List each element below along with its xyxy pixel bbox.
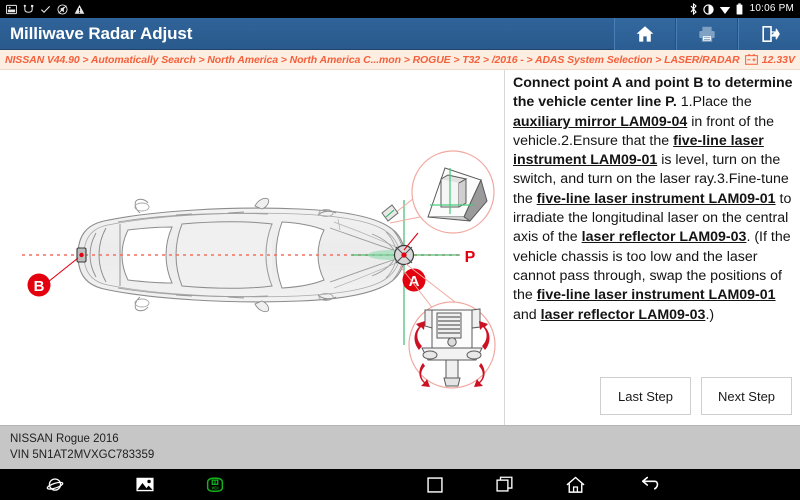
printer-icon	[699, 26, 715, 42]
point-b-target	[76, 247, 87, 263]
android-status-bar: 10:06 PM	[0, 0, 800, 18]
square-icon	[427, 476, 443, 493]
battery-voltage-icon	[744, 54, 758, 65]
tool-reference: auxiliary mirror LAM09-04	[513, 113, 688, 130]
instruction-body: 1.Place the auxiliary mirror LAM09-04 in…	[513, 94, 791, 322]
auxiliary-mirror-small	[381, 204, 399, 222]
nav-back-icon[interactable]	[610, 469, 690, 500]
next-step-button[interactable]: Next Step	[701, 377, 792, 415]
no-sound-icon	[57, 3, 68, 15]
brightness-icon	[702, 3, 714, 15]
warning-icon	[74, 4, 85, 14]
breadcrumb[interactable]: NISSAN V44.90 > Automatically Search > N…	[0, 50, 800, 70]
pane-divider	[504, 70, 505, 425]
nav-square-icon[interactable]	[400, 469, 470, 500]
status-bar-left-icons	[6, 3, 85, 15]
point-a-target	[393, 244, 415, 266]
nav-browser-icon[interactable]	[0, 469, 110, 500]
instruction-text: 1.Place the	[680, 94, 752, 111]
last-step-button[interactable]: Last Step	[600, 377, 691, 415]
instruction-panel: Connect point A and point B to determine…	[513, 74, 795, 374]
vehicle-info-bar: NISSAN Rogue 2016 VIN 5N1AT2MVXGC783359	[0, 425, 800, 469]
back-icon	[641, 476, 658, 490]
nav-home-icon[interactable]	[540, 469, 610, 500]
main-content: B A P Connect point A and point B to det…	[0, 70, 800, 425]
leader-line-b	[47, 257, 79, 283]
vehicle-model: NISSAN Rogue 2016	[10, 433, 119, 445]
point-b-marker: B	[27, 273, 51, 297]
home-icon	[636, 25, 654, 42]
wifi-icon	[719, 6, 730, 14]
point-a-marker: A	[402, 268, 426, 292]
callout-auxiliary-mirror	[381, 150, 495, 234]
tool-reference: laser reflector LAM09-03	[540, 306, 706, 323]
exit-button[interactable]	[738, 17, 800, 50]
instruction-text: and	[513, 306, 541, 323]
screenshot-icon	[6, 4, 17, 14]
svg-text:A: A	[409, 273, 420, 290]
vehicle-diagram: B A P	[0, 70, 504, 425]
step-navigation: Last Step Next Step	[600, 377, 792, 415]
home-icon	[566, 476, 584, 493]
usb-debug-icon	[23, 4, 34, 13]
planet-icon	[46, 477, 64, 491]
header-toolbar	[614, 17, 800, 50]
image-icon	[136, 477, 154, 492]
exit-icon	[761, 25, 780, 42]
svg-text:B: B	[34, 278, 45, 295]
center-line-label-p: P	[465, 249, 476, 266]
tool-reference: five-line laser instrument LAM09-01	[536, 190, 776, 207]
nav-recents-icon[interactable]	[470, 469, 540, 500]
breadcrumb-path: NISSAN V44.90 > Automatically Search > N…	[5, 53, 740, 66]
nav-vci-icon[interactable]: VCI	[180, 469, 250, 500]
instruction-text: .)	[705, 306, 715, 323]
android-nav-bar: VCI	[0, 469, 800, 500]
bluetooth-icon	[690, 3, 697, 15]
home-button[interactable]	[614, 17, 676, 50]
tool-reference: five-line laser instrument LAM09-01	[536, 287, 776, 304]
app-header: Milliwave Radar Adjust	[0, 17, 800, 50]
voltage-reading: 12.33V	[761, 53, 795, 66]
status-bar-right-icons: 10:06 PM	[689, 0, 794, 18]
nav-gallery-icon[interactable]	[110, 469, 180, 500]
status-bar-clock: 10:06 PM	[749, 3, 794, 14]
recents-icon	[496, 476, 513, 492]
print-button[interactable]	[676, 17, 738, 50]
breadcrumb-voltage-group: 12.33V	[744, 53, 795, 66]
app-root: 10:06 PM Milliwave Radar Adjust NISSAN V…	[0, 0, 800, 500]
page-title: Milliwave Radar Adjust	[10, 23, 193, 43]
battery-icon	[736, 3, 742, 15]
vci-icon: VCI	[206, 477, 224, 493]
check-icon	[40, 5, 51, 13]
svg-text:VCI: VCI	[211, 485, 218, 490]
tool-reference: laser reflector LAM09-03	[581, 229, 747, 246]
vehicle-vin: VIN 5N1AT2MVXGC783359	[10, 449, 155, 461]
